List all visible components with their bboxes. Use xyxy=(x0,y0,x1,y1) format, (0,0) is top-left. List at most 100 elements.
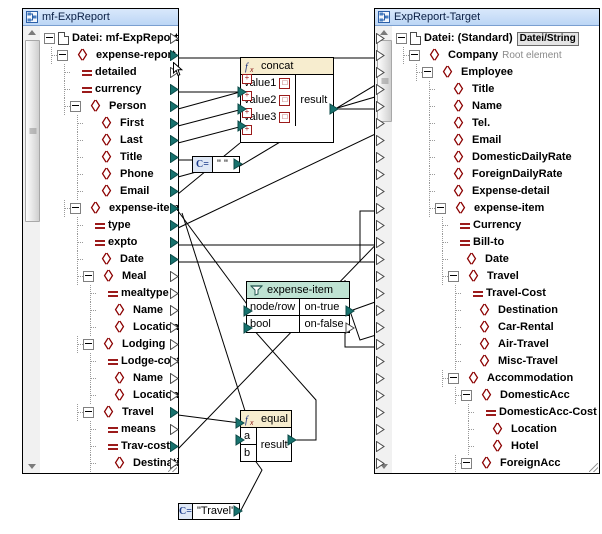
expander-icon[interactable] xyxy=(83,407,94,418)
tree-row[interactable]: 〈〉 Location xyxy=(40,319,178,336)
constant-travel[interactable]: C= "Travel" xyxy=(178,503,240,520)
expander-icon[interactable] xyxy=(57,50,68,61)
tree-row[interactable]: 〈〉 Company Root element xyxy=(392,47,562,64)
filter-output-on-true[interactable]: on-true xyxy=(300,299,349,316)
source-connector-port[interactable] xyxy=(170,390,179,401)
target-connector-port[interactable] xyxy=(376,101,385,112)
source-component-window[interactable]: mf-ExpReport Datei: mf-ExpReport 〈〉 expens… xyxy=(22,8,179,474)
source-scroll-up-button[interactable] xyxy=(23,26,40,39)
expander-icon[interactable] xyxy=(461,390,472,401)
target-component-window[interactable]: ExpReport-Target Datei: (Standard) Datei/… xyxy=(374,8,600,474)
target-connector-port[interactable] xyxy=(376,84,385,95)
tree-row[interactable]: 〈〉 ForeignAcc xyxy=(392,455,561,472)
source-connector-port[interactable] xyxy=(170,373,179,384)
function-block-concat[interactable]: fx concat value1 □ value2 □ value3 □ result xyxy=(240,57,334,143)
expander-icon[interactable] xyxy=(70,203,81,214)
target-connector-port[interactable] xyxy=(376,424,385,435)
expander-icon[interactable] xyxy=(44,33,55,44)
source-scroll-down-button[interactable] xyxy=(23,460,40,473)
target-connector-port[interactable] xyxy=(376,152,385,163)
source-connector-port[interactable] xyxy=(170,305,179,316)
tree-row[interactable]: 〈〉 Hotel xyxy=(392,438,539,455)
source-tree-root-row[interactable]: Datei: mf-ExpReport xyxy=(40,30,178,47)
source-connector-port[interactable] xyxy=(170,271,179,282)
tree-row[interactable]: 〈〉Destination xyxy=(392,302,558,319)
concat-output-result[interactable]: result xyxy=(296,92,333,109)
remove-icon[interactable]: □ xyxy=(279,94,291,106)
source-connector-port[interactable] xyxy=(170,169,179,180)
tree-row[interactable]: 〈〉expense-reporte xyxy=(40,47,178,64)
expander-icon[interactable] xyxy=(448,271,459,282)
tree-row[interactable]: 〈〉 Title xyxy=(40,149,142,166)
target-connector-port[interactable] xyxy=(376,220,385,231)
target-connector-port[interactable] xyxy=(376,33,385,44)
tree-row[interactable]: 〈〉 DomesticAcc xyxy=(392,387,570,404)
remove-icon[interactable]: □ xyxy=(279,111,291,123)
tree-row[interactable]: 〈〉 Date xyxy=(40,251,144,268)
tree-row[interactable]: expto xyxy=(40,234,137,251)
tree-row[interactable]: Bill-to xyxy=(392,234,504,251)
tree-row[interactable]: means xyxy=(40,421,156,438)
function-block-filter[interactable]: expense-item node/row bool on-true on-fa… xyxy=(246,281,350,333)
tree-row[interactable]: Travel-Cost xyxy=(392,285,546,302)
target-connector-port[interactable] xyxy=(376,288,385,299)
source-connector-port[interactable] xyxy=(170,237,179,248)
filter-input-bool[interactable]: bool xyxy=(247,316,299,333)
source-connector-port[interactable] xyxy=(170,33,179,44)
tree-row[interactable]: currency xyxy=(40,81,141,98)
target-connector-port[interactable] xyxy=(376,373,385,384)
source-connector-port[interactable] xyxy=(170,339,179,350)
target-resize-grip[interactable] xyxy=(589,463,598,472)
target-connector-port[interactable] xyxy=(376,441,385,452)
tree-row[interactable]: 〈〉 Employee xyxy=(392,64,513,81)
tree-row[interactable]: 〈〉 expense-item xyxy=(392,200,544,217)
tree-row[interactable]: 〈〉Destination xyxy=(40,455,178,472)
target-connector-port[interactable] xyxy=(376,407,385,418)
target-connector-port[interactable] xyxy=(376,339,385,350)
tree-row[interactable]: mealtype xyxy=(40,285,169,302)
tree-row[interactable]: 〈〉 Name xyxy=(40,302,163,319)
tree-row[interactable]: type xyxy=(40,217,131,234)
source-connector-port[interactable] xyxy=(170,203,179,214)
target-connector-port[interactable] xyxy=(376,203,385,214)
source-connector-port[interactable] xyxy=(170,441,179,452)
source-connector-port[interactable] xyxy=(170,288,179,299)
target-connector-port[interactable] xyxy=(376,135,385,146)
tree-row[interactable]: DomesticAcc-Cost xyxy=(392,404,597,421)
source-connector-port[interactable] xyxy=(170,458,179,469)
target-connector-port[interactable] xyxy=(376,67,385,78)
tree-row[interactable]: 〈〉 First xyxy=(40,115,144,132)
tree-row[interactable]: 〈〉 Last xyxy=(40,132,143,149)
source-connector-port[interactable] xyxy=(170,322,179,333)
source-connector-port[interactable] xyxy=(170,220,179,231)
tree-row[interactable]: 〈〉 Lodging xyxy=(40,336,165,353)
expander-icon[interactable] xyxy=(70,101,81,112)
tree-row[interactable]: 〈〉 Name xyxy=(392,98,502,115)
target-connector-port[interactable] xyxy=(376,458,385,469)
tree-row[interactable]: 〈〉 Email xyxy=(392,132,501,149)
tree-row[interactable]: 〈〉 Misc-Travel xyxy=(392,353,558,370)
target-connector-port[interactable] xyxy=(376,322,385,333)
source-vertical-scrollbar[interactable] xyxy=(23,26,40,473)
constant-space[interactable]: C= " " xyxy=(192,156,240,173)
tree-row[interactable]: 〈〉 Accommodation xyxy=(392,370,573,387)
source-connector-port[interactable] xyxy=(170,356,179,367)
tree-row[interactable]: 〈〉 DomesticDailyRate xyxy=(392,149,572,166)
expander-icon[interactable] xyxy=(396,33,407,44)
tree-row[interactable]: 〈〉 Tel. xyxy=(392,115,490,132)
tree-row[interactable]: detailed xyxy=(40,64,137,81)
tree-row[interactable]: 〈〉 Meal xyxy=(40,268,146,285)
mapping-canvas[interactable]: mf-ExpReport Datei: mf-ExpReport 〈〉 expens… xyxy=(0,0,602,534)
tree-row[interactable]: 〈〉 Title xyxy=(392,81,494,98)
remove-icon[interactable]: □ xyxy=(279,77,291,89)
source-connector-port[interactable] xyxy=(170,407,179,418)
concat-add-input-icon-4[interactable]: + xyxy=(242,125,252,135)
expander-icon[interactable] xyxy=(409,50,420,61)
target-connector-port[interactable] xyxy=(376,305,385,316)
tree-row[interactable]: 〈〉 ForeignDailyRate xyxy=(392,166,562,183)
expander-icon[interactable] xyxy=(422,67,433,78)
concat-add-input-icon-2[interactable]: + xyxy=(242,91,252,101)
constant-travel-value[interactable]: "Travel" xyxy=(193,504,239,519)
target-connector-port[interactable] xyxy=(376,118,385,129)
tree-row[interactable]: 〈〉 Phone xyxy=(40,166,154,183)
